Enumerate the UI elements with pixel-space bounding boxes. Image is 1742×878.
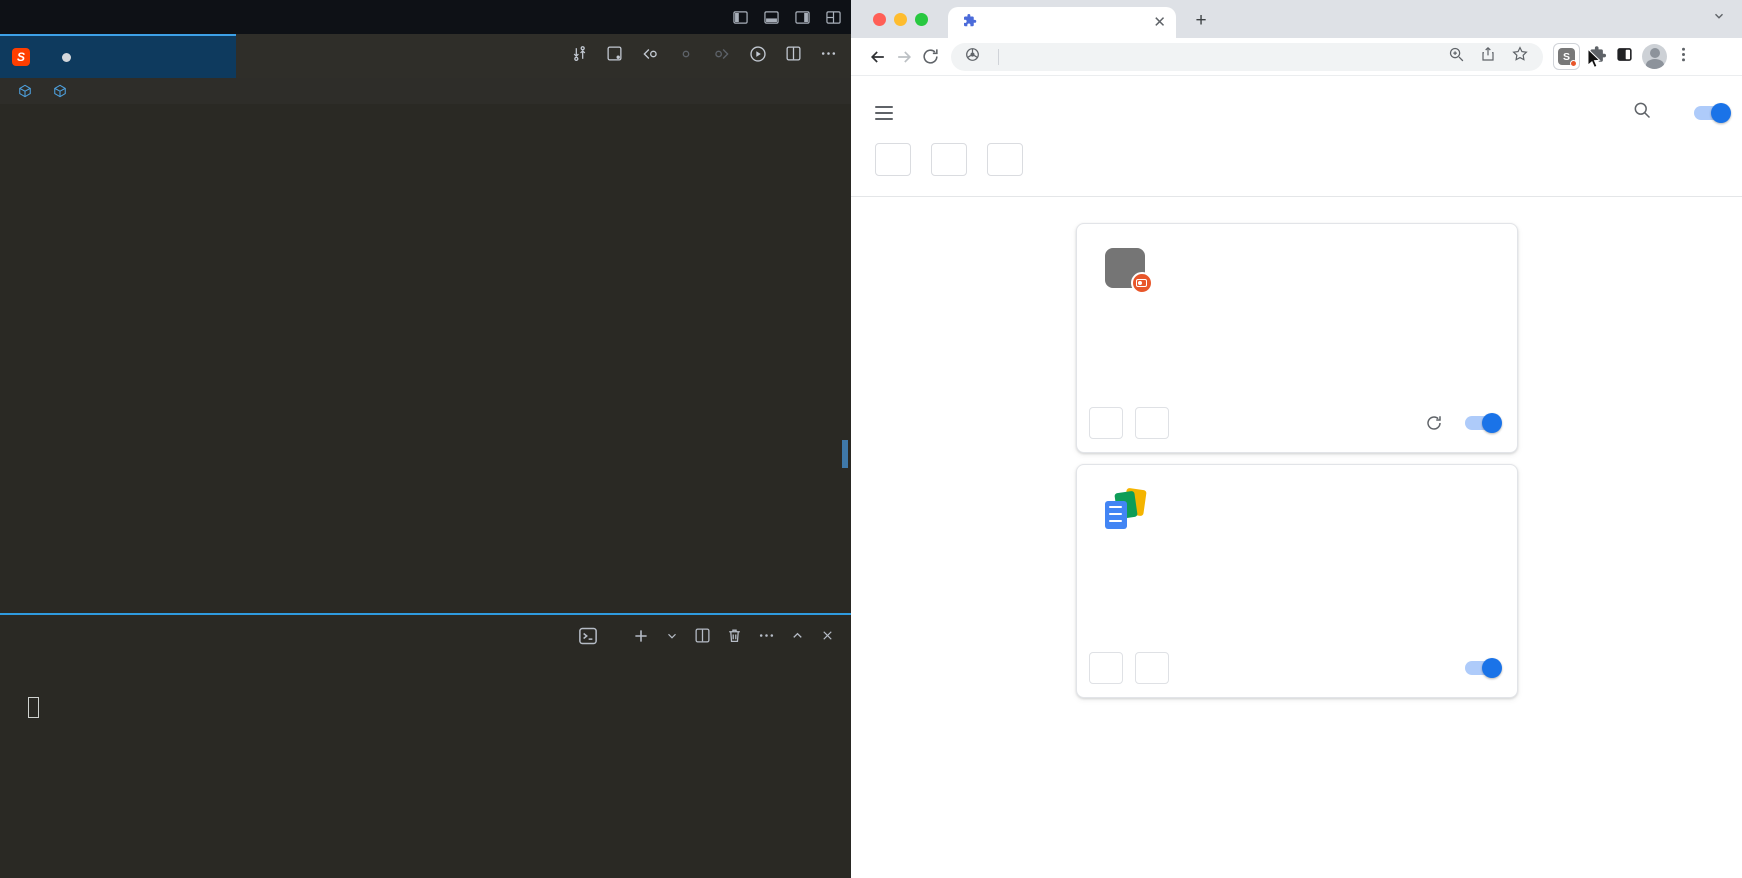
zoom-window-button[interactable]	[915, 13, 928, 26]
nav-point-icon	[677, 45, 695, 68]
close-tab-icon[interactable]: ✕	[1153, 15, 1166, 30]
forward-icon	[891, 44, 917, 70]
screen: S	[0, 0, 1742, 878]
google-docs-offline-icon	[1105, 489, 1145, 529]
panel-tabbar	[0, 615, 851, 659]
extensions-page	[851, 76, 1742, 878]
split-terminal-icon[interactable]	[694, 627, 711, 647]
svelte-file-icon: S	[12, 48, 30, 66]
nav-back-icon[interactable]	[641, 45, 659, 68]
reload-extension-icon[interactable]	[1425, 414, 1443, 432]
kill-terminal-icon[interactable]	[726, 627, 743, 647]
tab-search-chevron-icon[interactable]	[1712, 9, 1726, 28]
maximize-panel-icon[interactable]	[790, 628, 805, 646]
extension-enabled-toggle[interactable]	[1465, 416, 1499, 430]
load-unpacked-button[interactable]	[875, 143, 911, 176]
close-window-button[interactable]	[873, 13, 886, 26]
terminal-output[interactable]	[0, 659, 851, 718]
symbol-cube-icon	[53, 84, 67, 98]
nav-forward-icon	[713, 45, 731, 68]
terminal-panel	[0, 613, 851, 878]
code-editor[interactable]	[0, 104, 851, 613]
side-panel-icon[interactable]	[1615, 45, 1634, 69]
vscode-titlebar[interactable]	[0, 0, 851, 34]
share-icon[interactable]	[1480, 46, 1496, 67]
vscode-window: S	[0, 0, 851, 878]
symbol-cube-icon	[18, 84, 32, 98]
unsaved-dot-icon[interactable]	[62, 53, 71, 62]
extension-icon-s	[1105, 248, 1145, 288]
pack-extension-button[interactable]	[931, 143, 967, 176]
editor-more-actions-icon[interactable]	[820, 45, 837, 67]
scrollbar-marker[interactable]	[842, 440, 848, 468]
details-button[interactable]	[1089, 407, 1123, 439]
chrome-window: ✕ + S	[851, 0, 1742, 878]
breadcrumb[interactable]	[0, 78, 851, 104]
extension-badge-icon	[1131, 272, 1153, 294]
puzzle-favicon-icon	[962, 13, 977, 33]
run-debug-icon[interactable]	[749, 45, 767, 68]
new-terminal-icon[interactable]	[632, 627, 650, 648]
remove-button[interactable]	[1135, 652, 1169, 684]
site-info-icon[interactable]	[965, 47, 980, 67]
chrome-menu-kebab-icon[interactable]	[1675, 46, 1692, 68]
update-button[interactable]	[987, 143, 1023, 176]
vscode-tabbar: S	[0, 34, 851, 78]
chrome-tabstrip: ✕ +	[851, 0, 1742, 38]
developer-mode-toggle[interactable]	[1694, 106, 1728, 120]
panel-more-icon[interactable]	[758, 627, 775, 647]
chrome-toolbar: S	[851, 38, 1742, 76]
toggle-sidebar-icon[interactable]	[733, 10, 748, 25]
editor-tab-counter-svelte[interactable]: S	[0, 34, 236, 78]
customize-layout-icon[interactable]	[826, 10, 841, 25]
open-changes-icon[interactable]	[571, 45, 588, 67]
back-icon[interactable]	[865, 44, 891, 70]
remove-button[interactable]	[1135, 407, 1169, 439]
svelte-extension-toolbar-icon[interactable]: S	[1553, 43, 1580, 70]
zoom-icon[interactable]	[1448, 46, 1465, 68]
browser-tab-extensions[interactable]: ✕	[948, 7, 1176, 38]
split-editor-icon[interactable]	[785, 45, 802, 67]
toggle-secondary-sidebar-icon[interactable]	[795, 10, 810, 25]
close-panel-icon[interactable]	[820, 628, 835, 646]
bookmark-star-icon[interactable]	[1511, 45, 1529, 68]
details-button[interactable]	[1089, 652, 1123, 684]
extension-card-svelte-tailwind	[1076, 223, 1518, 453]
toggle-panel-icon[interactable]	[764, 10, 779, 25]
mouse-cursor-icon	[1584, 48, 1603, 74]
new-tab-button[interactable]: +	[1188, 8, 1214, 34]
profile-avatar[interactable]	[1642, 44, 1667, 69]
node-terminal-icon[interactable]	[578, 626, 598, 649]
open-preview-icon[interactable]	[606, 45, 623, 67]
search-icon[interactable]	[1632, 100, 1652, 125]
hamburger-menu-icon[interactable]	[875, 106, 893, 120]
omnibox-divider	[998, 49, 999, 65]
extension-card-google-docs-offline	[1076, 464, 1518, 698]
minimize-window-button[interactable]	[894, 13, 907, 26]
terminal-dropdown-icon[interactable]	[665, 629, 679, 646]
reload-icon[interactable]	[917, 44, 943, 70]
extension-enabled-toggle[interactable]	[1465, 661, 1499, 675]
terminal-cursor	[28, 697, 39, 718]
address-bar[interactable]	[951, 43, 1543, 71]
